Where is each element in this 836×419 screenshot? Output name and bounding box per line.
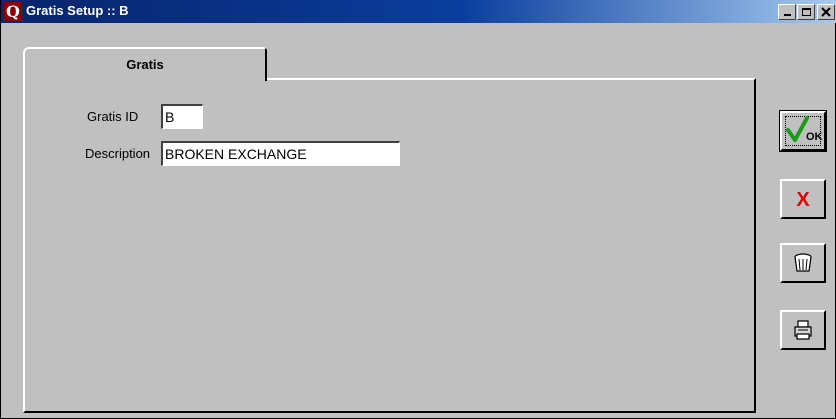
maximize-icon xyxy=(802,8,811,16)
printer-icon xyxy=(794,320,812,340)
print-button[interactable] xyxy=(780,310,826,350)
description-field[interactable]: BROKEN EXCHANGE xyxy=(161,141,400,166)
tab-gratis-label: Gratis xyxy=(126,57,164,72)
ok-button[interactable]: OK xyxy=(779,110,827,152)
minimize-button[interactable] xyxy=(778,4,796,20)
red-x-icon: X xyxy=(796,189,810,211)
ok-label: OK xyxy=(806,131,823,143)
tab-gratis[interactable]: Gratis xyxy=(23,47,267,81)
close-icon xyxy=(821,7,831,17)
maximize-button[interactable] xyxy=(797,4,815,20)
checkmark-icon: OK xyxy=(786,116,823,143)
window-title: Gratis Setup :: B xyxy=(26,3,129,18)
svg-text:X: X xyxy=(796,189,810,211)
gratis-setup-window: Q Gratis Setup :: B Gratis Gratis ID B D… xyxy=(0,0,836,419)
delete-button[interactable] xyxy=(780,243,826,283)
close-button[interactable] xyxy=(817,4,835,20)
tab-panel xyxy=(23,78,756,413)
cancel-button[interactable]: X xyxy=(780,179,826,219)
description-label: Description xyxy=(85,146,151,161)
minimize-icon xyxy=(784,14,791,16)
app-icon[interactable]: Q xyxy=(4,2,22,21)
title-bar[interactable]: Q Gratis Setup :: B xyxy=(1,0,836,23)
trash-basket-icon xyxy=(794,253,812,272)
gratis-id-label: Gratis ID xyxy=(87,109,139,124)
gratis-id-field[interactable]: B xyxy=(161,104,203,129)
